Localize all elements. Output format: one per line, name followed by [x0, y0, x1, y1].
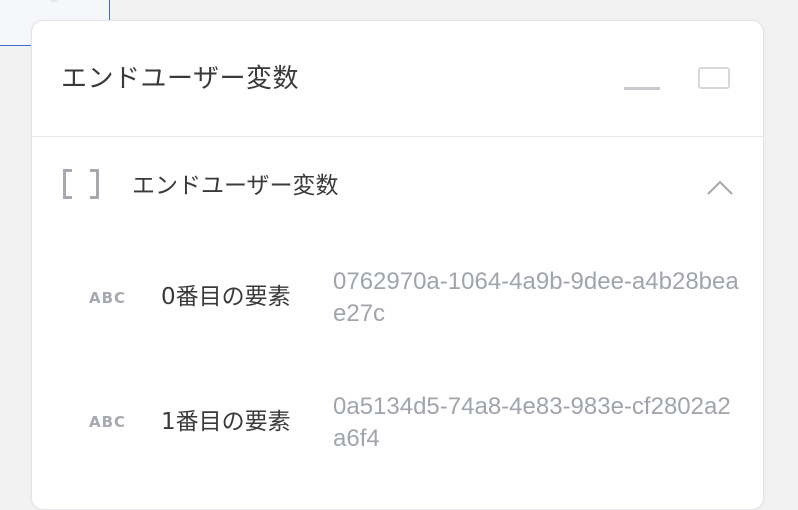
section-toggle-row[interactable]: エンドユーザー変数 — [32, 161, 763, 213]
item-key: 1番目の要素 — [161, 409, 291, 435]
minimize-icon — [624, 87, 660, 90]
node-handle — [49, 0, 59, 2]
maximize-button[interactable] — [694, 63, 734, 95]
array-brackets-icon — [63, 169, 103, 201]
item-value: 0a5134d5-74a8-4e83-983e-cf2802a2a6f4 — [333, 393, 731, 452]
string-type-icon: ABC — [89, 289, 127, 307]
list-item: ABC 1番目の要素 0a5134d5-74a8-4e83-983e-cf280… — [32, 391, 763, 461]
variables-panel: エンドユーザー変数 エンドユーザー変数 ABC 0番目の要素 0762970a-… — [31, 20, 764, 510]
maximize-icon — [698, 67, 730, 89]
section-label: エンドユーザー変数 — [132, 173, 339, 199]
string-type-icon: ABC — [89, 413, 127, 431]
minimize-button[interactable] — [617, 67, 665, 95]
panel-title: エンドユーザー変数 — [61, 64, 299, 94]
item-value: 0762970a-1064-4a9b-9dee-a4b28beae27c — [333, 268, 739, 327]
chevron-up-icon[interactable] — [707, 179, 733, 195]
item-key: 0番目の要素 — [161, 284, 291, 310]
list-item: ABC 0番目の要素 0762970a-1064-4a9b-9dee-a4b28… — [32, 266, 763, 336]
panel-header: エンドユーザー変数 — [32, 21, 763, 137]
